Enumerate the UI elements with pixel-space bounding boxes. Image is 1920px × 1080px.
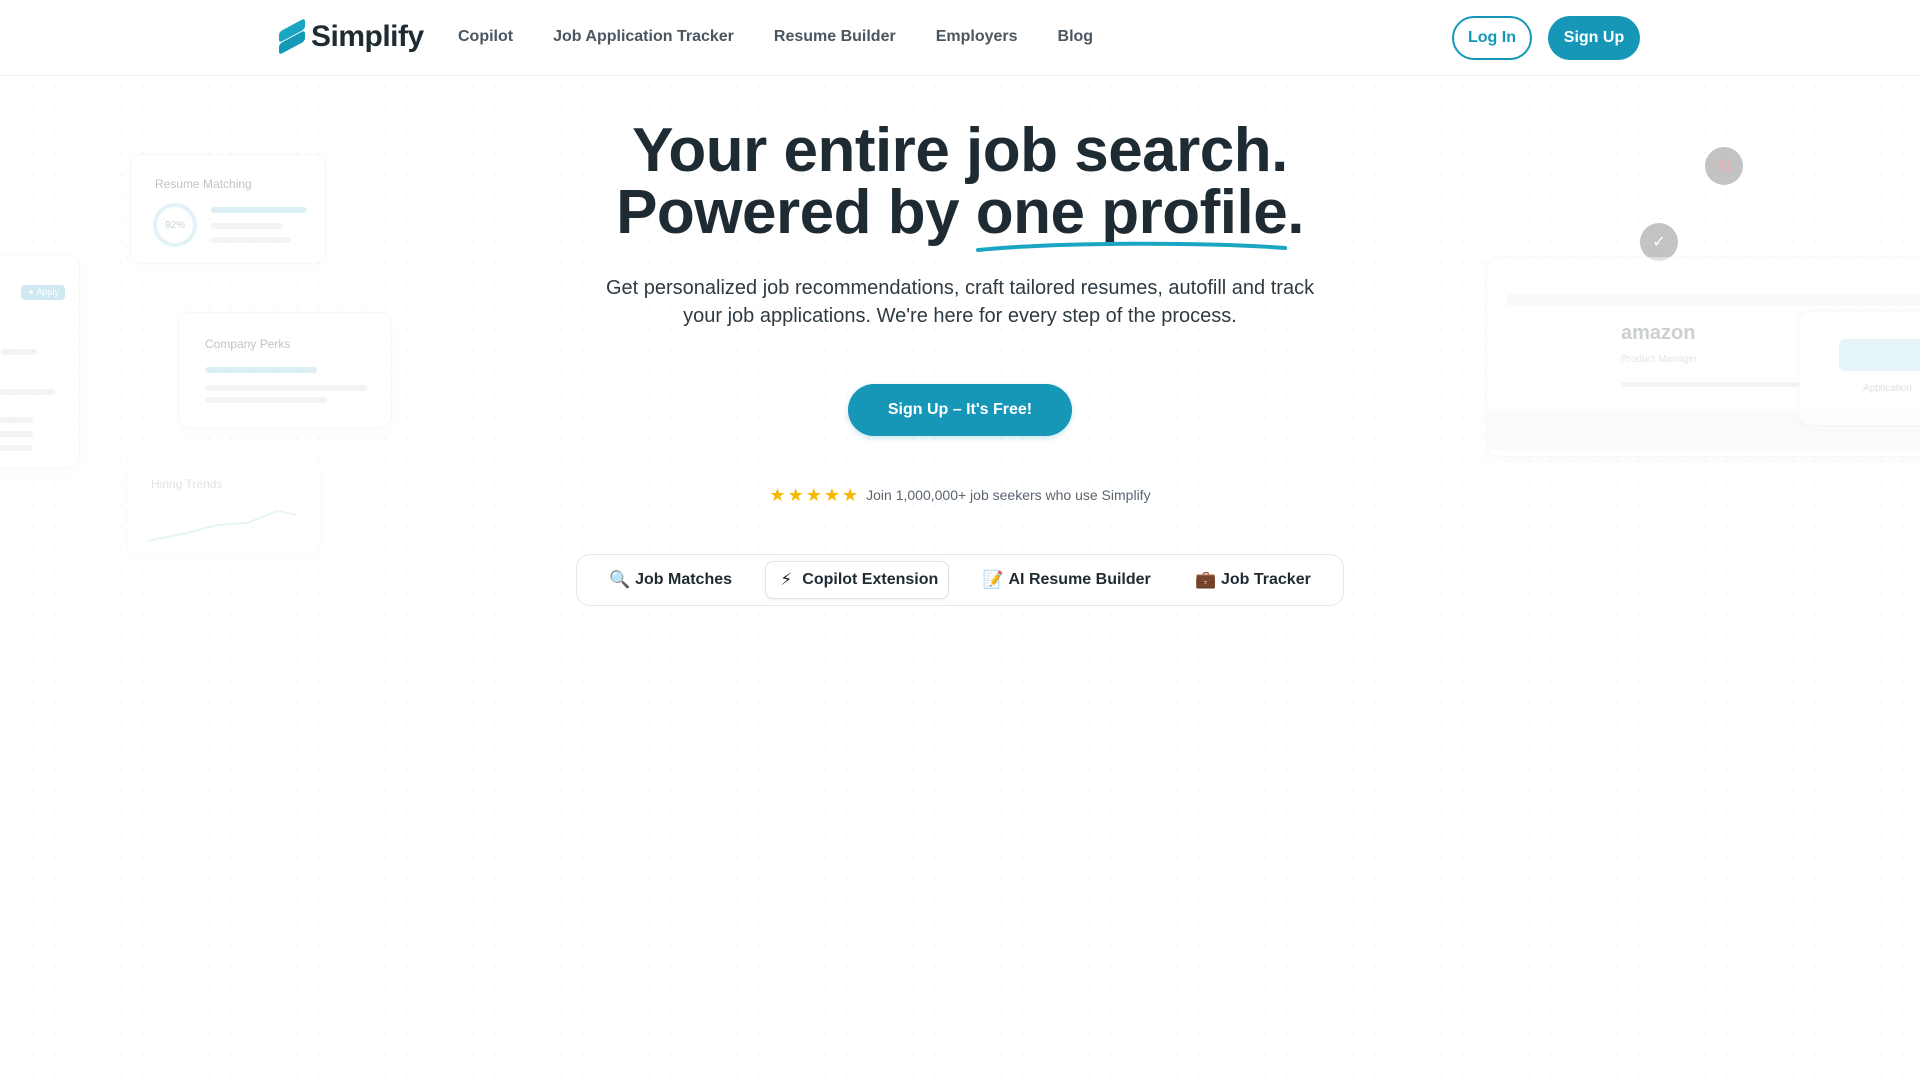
hero-title-line2: Powered by one profile.	[0, 182, 1920, 252]
hero-section: Your entire job search. Powered by one p…	[0, 120, 1920, 330]
decor-bar	[205, 385, 367, 391]
lightning-icon: ⚡	[780, 570, 793, 589]
tab-job-tracker[interactable]: 💼 Job Tracker	[1184, 561, 1322, 599]
star-icon: ★	[841, 485, 859, 505]
hero-title-prefix: Powered by	[616, 178, 976, 247]
hero-subtitle-line1: Get personalized job recommendations, cr…	[605, 277, 1315, 299]
social-proof-text: Join 1,000,000+ job seekers who use Simp…	[866, 487, 1151, 503]
tab-label: Job Tracker	[1221, 571, 1311, 588]
hero-title-highlight: one profile	[975, 182, 1288, 252]
star-icon: ★	[769, 485, 786, 505]
decor-bar	[0, 431, 33, 437]
hero-title-highlight-text: one profile	[975, 178, 1288, 247]
application-button-shape	[1839, 339, 1920, 371]
decor-bar	[205, 397, 327, 403]
tab-copilot-extension[interactable]: ⚡ Copilot Extension	[765, 561, 950, 599]
nav-resume-builder[interactable]: Resume Builder	[774, 28, 896, 46]
simplify-logo-icon	[279, 18, 305, 55]
simplify-logo[interactable]: Simplify	[279, 18, 424, 55]
brand-name: Simplify	[311, 20, 424, 53]
rating-stars: ★ ★ ★ ★ ★	[769, 486, 858, 504]
underline-swoosh-icon	[975, 241, 1288, 252]
main-nav: Copilot Job Application Tracker Resume B…	[458, 28, 1093, 46]
tab-label: Copilot Extension	[802, 571, 939, 588]
hero-subtitle: Get personalized job recommendations, cr…	[0, 274, 1920, 330]
company-perks-title: Company Perks	[205, 337, 291, 351]
hero-subtitle-line2: your job applications. We're here for ev…	[683, 305, 1237, 327]
star-icon: ★	[805, 485, 822, 505]
decor-bar	[0, 417, 33, 423]
nav-copilot[interactable]: Copilot	[458, 28, 513, 46]
social-proof: ★ ★ ★ ★ ★ Join 1,000,000+ job seekers wh…	[0, 486, 1920, 504]
tab-ai-resume-builder[interactable]: 📝 AI Resume Builder	[972, 561, 1162, 599]
hiring-trends-card: Hiring Trends	[126, 454, 322, 554]
top-navbar: Simplify Copilot Job Application Tracker…	[0, 0, 1920, 76]
nav-job-application-tracker[interactable]: Job Application Tracker	[553, 28, 734, 46]
job-role: Product Manager	[1621, 354, 1698, 365]
tab-label: AI Resume Builder	[1008, 571, 1151, 588]
decor-bar	[205, 367, 317, 373]
decor-bar	[0, 389, 55, 395]
star-icon: ★	[787, 485, 804, 505]
star-icon: ★	[823, 485, 840, 505]
application-label: Application	[1863, 383, 1912, 394]
feature-tabs: 🔍 Job Matches ⚡ Copilot Extension 📝 AI R…	[576, 554, 1344, 606]
signup-free-cta-button[interactable]: Sign Up – It's Free!	[848, 384, 1072, 436]
login-button[interactable]: Log In	[1452, 16, 1532, 60]
nav-blog[interactable]: Blog	[1058, 28, 1094, 46]
magnifier-icon: 🔍	[609, 570, 631, 589]
tab-job-matches[interactable]: 🔍 Job Matches	[598, 561, 743, 599]
trend-line-icon	[147, 509, 297, 542]
decor-bar	[1621, 382, 1801, 387]
memo-icon: 📝	[982, 570, 1004, 589]
hero-title-line1: Your entire job search.	[632, 116, 1288, 185]
briefcase-icon: 💼	[1195, 570, 1217, 589]
signup-button[interactable]: Sign Up	[1548, 16, 1640, 60]
nav-employers[interactable]: Employers	[936, 28, 1018, 46]
tab-label: Job Matches	[635, 571, 733, 588]
decor-bar	[0, 445, 33, 451]
decor-bar	[1, 349, 37, 355]
hero-title-suffix: .	[1287, 178, 1304, 247]
